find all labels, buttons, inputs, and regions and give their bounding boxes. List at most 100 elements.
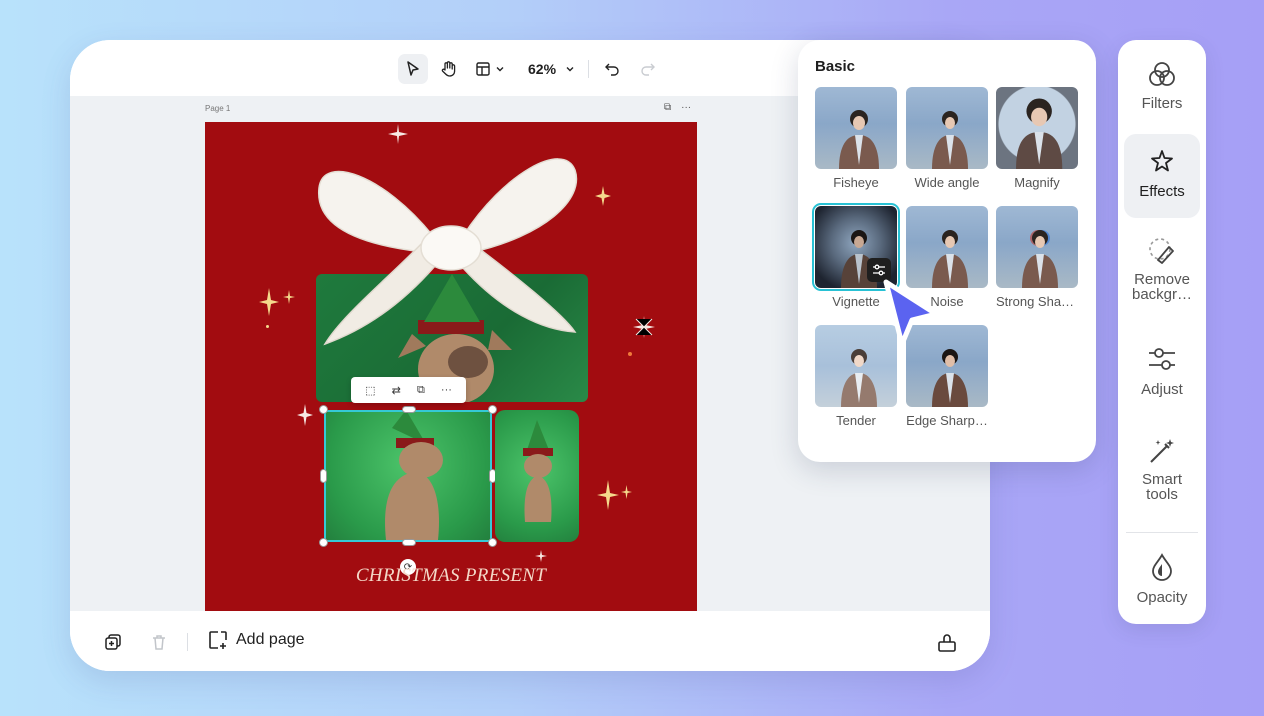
person-photo (932, 349, 968, 407)
effect-label: Tender (836, 413, 876, 428)
poster-title[interactable]: CHRISTMAS PRESENT (205, 565, 697, 587)
adjust-icon (1149, 348, 1175, 370)
effect-thumbnail (906, 87, 988, 169)
page-actions: ⧉ ··· (664, 102, 691, 113)
satin-bow-image (318, 158, 578, 346)
add-page-button[interactable]: Add page (208, 630, 305, 650)
dog-side-view-image (385, 410, 443, 540)
crop-icon[interactable]: ⬚ (365, 384, 375, 397)
sidebar-item-opacity[interactable]: Opacity (1124, 552, 1200, 612)
page-label: Page 1 (205, 104, 231, 113)
filters-icon (1149, 62, 1175, 86)
sidebar-item-effects[interactable]: Effects (1124, 134, 1200, 218)
sidebar-item-smart-tools[interactable]: Smart tools (1124, 436, 1200, 512)
effect-thumbnail (906, 206, 988, 288)
delete-page-icon[interactable] (150, 633, 168, 651)
hand-tool-button[interactable] (434, 54, 464, 84)
person-photo (932, 111, 968, 169)
chevron-down-icon (566, 67, 574, 72)
chevron-down-icon (496, 67, 504, 72)
undo-icon (605, 63, 619, 76)
sparkle-icon (535, 550, 547, 562)
decor-dot (628, 352, 632, 356)
resize-handle[interactable] (402, 539, 416, 546)
layout-icon (476, 62, 490, 76)
resize-handle[interactable] (319, 538, 328, 547)
replace-icon[interactable]: ⇄ (392, 384, 401, 397)
duplicate-page-icon[interactable]: ⧉ (664, 102, 671, 113)
duplicate-page-icon[interactable] (104, 633, 122, 651)
effect-label: Strong Shar… (996, 294, 1078, 309)
effects-panel: Basic Fisheye Wide angle Magnify Vignett… (798, 40, 1096, 462)
tools-sidebar: Filters Effects Remove backgr… Adjust Sm… (1118, 40, 1206, 624)
dog-photo-selected[interactable] (324, 410, 492, 542)
sparkle-icon (595, 186, 611, 206)
sidebar-item-adjust[interactable]: Adjust (1124, 344, 1200, 414)
duplicate-icon[interactable]: ⧉ (417, 384, 425, 397)
sparkle-icon (283, 290, 295, 304)
effect-magnify[interactable]: Magnify (996, 87, 1078, 190)
collapse-panel-icon[interactable] (937, 633, 957, 653)
sidebar-item-label: Filters (1141, 95, 1183, 112)
sidebar-item-remove-background[interactable]: Remove backgr… (1124, 236, 1200, 316)
sparkle-icon (633, 316, 655, 338)
sidebar-divider (1126, 532, 1198, 533)
more-options-icon[interactable]: ··· (441, 384, 452, 396)
decor-dot (266, 325, 269, 328)
sidebar-item-label: Adjust (1141, 381, 1183, 398)
background: 62% Page 1 ⧉ ··· ⬚ ⇄ ⧉ ··· ⟳ CHRISTMAS P… (0, 0, 1264, 716)
select-tool-button[interactable] (398, 54, 428, 84)
sidebar-item-label: Smart tools (1141, 471, 1182, 503)
sidebar-item-label: Remove backgr… (1131, 271, 1193, 303)
dog-front-view-image (523, 420, 553, 522)
remove-background-icon (1149, 238, 1174, 264)
sliders-icon (873, 264, 885, 276)
dog-photo-small[interactable] (495, 410, 579, 542)
pointer-icon (407, 61, 419, 76)
sidebar-item-label: Opacity (1136, 589, 1188, 606)
undo-button[interactable] (597, 54, 627, 84)
add-page-icon (209, 631, 227, 649)
mouse-pointer-icon (883, 279, 939, 347)
section-title: Basic (815, 58, 856, 75)
layout-dropdown-button[interactable] (470, 54, 510, 84)
sparkle-icon (259, 288, 279, 316)
element-floating-toolbar: ⬚ ⇄ ⧉ ··· (351, 377, 466, 403)
effect-label: Wide angle (914, 175, 980, 190)
zoom-level[interactable]: 62% (528, 61, 556, 77)
effect-thumbnail (996, 87, 1078, 169)
sparkle-icon (621, 485, 632, 499)
effect-thumbnail (996, 206, 1078, 288)
resize-handle[interactable] (320, 469, 327, 483)
effect-label: Magnify (1014, 175, 1060, 190)
effect-label: Edge Sharp… (906, 413, 988, 428)
bottom-divider (187, 633, 188, 651)
resize-handle[interactable] (402, 406, 416, 413)
effects-icon (1151, 150, 1173, 172)
sparkle-icon (597, 480, 619, 510)
effect-thumbnail (812, 203, 900, 291)
person-photo (1016, 98, 1063, 169)
effect-fisheye[interactable]: Fisheye (815, 87, 897, 190)
person-photo (841, 349, 877, 407)
zoom-dropdown-button[interactable] (560, 54, 580, 84)
effect-label: Fisheye (833, 175, 879, 190)
sparkle-icon (388, 124, 408, 144)
effect-thumbnail (815, 87, 897, 169)
person-photo (839, 110, 879, 169)
hand-icon (441, 61, 456, 77)
smart-tools-icon (1150, 439, 1174, 463)
add-page-label: Add page (236, 631, 305, 648)
poster-page[interactable]: ⬚ ⇄ ⧉ ··· ⟳ CHRISTMAS PRESENT (205, 122, 697, 612)
sidebar-item-label: Effects (1139, 183, 1185, 200)
more-options-icon[interactable]: ··· (681, 102, 691, 113)
person-photo (1022, 230, 1058, 288)
effect-strong-sharpen[interactable]: Strong Shar… (996, 206, 1078, 309)
toolbar-divider (588, 60, 590, 78)
opacity-icon (1152, 553, 1172, 581)
effect-wide-angle[interactable]: Wide angle (906, 87, 988, 190)
sidebar-item-filters[interactable]: Filters (1124, 54, 1200, 126)
resize-handle[interactable] (319, 405, 328, 414)
sparkle-icon (297, 404, 313, 426)
redo-button[interactable] (633, 54, 663, 84)
